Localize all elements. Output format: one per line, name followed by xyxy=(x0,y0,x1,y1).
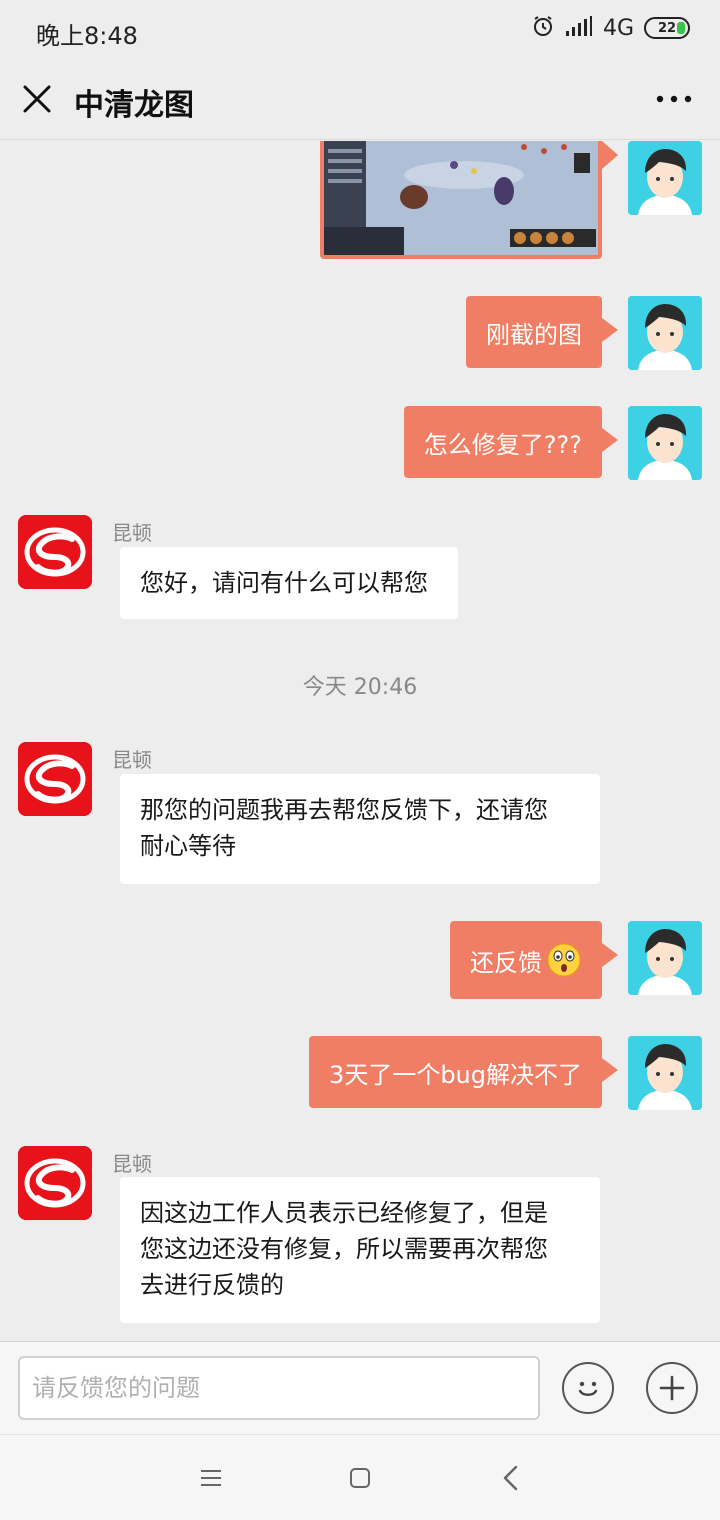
sender-name: 昆顿 xyxy=(112,1152,152,1176)
time-divider: 今天 20:46 xyxy=(302,675,418,700)
game-screenshot-image xyxy=(324,141,598,255)
battery-indicator: 22 xyxy=(644,17,690,39)
home-icon xyxy=(350,1468,370,1488)
back-icon xyxy=(503,1465,518,1491)
chat-header: 中清龙图 xyxy=(0,62,720,140)
outgoing-message[interactable]: 还反馈 xyxy=(450,921,618,999)
more-icon xyxy=(656,95,692,103)
nav-menu-button[interactable] xyxy=(196,1463,226,1493)
message-text-line: 那您的问题我再去帮您反馈下，还请您 xyxy=(140,796,548,824)
brand-logo-icon xyxy=(18,515,92,589)
message-text-line: 耐心等待 xyxy=(140,832,236,860)
message-input[interactable] xyxy=(18,1356,540,1420)
sender-name: 昆顿 xyxy=(112,748,152,772)
message-text: 3天了一个bug解决不了 xyxy=(329,1060,582,1089)
user-avatar[interactable] xyxy=(628,406,702,480)
outgoing-message[interactable]: 3天了一个bug解决不了 xyxy=(309,1036,618,1108)
plus-icon xyxy=(659,1375,685,1401)
close-icon xyxy=(23,85,51,113)
system-nav-bar xyxy=(0,1434,720,1520)
message-text: 怎么修复了??? xyxy=(423,430,582,459)
message-text-line: 因这边工作人员表示已经修复了，但是 xyxy=(140,1199,548,1227)
alarm-icon xyxy=(531,14,555,42)
user-avatar[interactable] xyxy=(628,296,702,370)
status-icons: 4G 22 xyxy=(531,14,690,42)
close-button[interactable] xyxy=(20,82,54,116)
page-title: 中清龙图 xyxy=(74,88,194,123)
brand-logo-icon xyxy=(18,1146,92,1220)
message-text: 还反馈 xyxy=(470,948,542,977)
input-bar xyxy=(0,1341,720,1434)
message-text-line: 您这边还没有修复，所以需要再次帮您 xyxy=(140,1235,548,1263)
message-text: 刚截的图 xyxy=(486,320,582,349)
user-avatar[interactable] xyxy=(628,141,702,215)
image-message[interactable] xyxy=(320,141,602,259)
status-time: 晚上8:48 xyxy=(36,22,138,50)
agent-avatar[interactable] xyxy=(18,1146,92,1220)
agent-avatar[interactable] xyxy=(18,515,92,589)
user-avatar[interactable] xyxy=(628,921,702,995)
message-text: 您好，请问有什么可以帮您 xyxy=(140,569,428,597)
network-type: 4G xyxy=(602,15,634,41)
incoming-message[interactable]: 因这边工作人员表示已经修复了，但是 您这边还没有修复，所以需要再次帮您 去进行反… xyxy=(120,1177,600,1323)
add-button[interactable] xyxy=(646,1362,698,1414)
bubble-tail xyxy=(602,141,618,169)
surprised-emoji-icon xyxy=(546,942,582,978)
incoming-message[interactable]: 您好，请问有什么可以帮您 xyxy=(120,547,458,619)
sender-name: 昆顿 xyxy=(112,521,152,545)
agent-avatar[interactable] xyxy=(18,742,92,816)
nav-back-button[interactable] xyxy=(496,1463,526,1493)
emoji-icon xyxy=(578,1381,598,1396)
brand-logo-icon xyxy=(18,742,92,816)
menu-icon xyxy=(201,1470,221,1486)
outgoing-message[interactable]: 刚截的图 xyxy=(466,296,618,368)
emoji-button[interactable] xyxy=(562,1362,614,1414)
incoming-message[interactable]: 那您的问题我再去帮您反馈下，还请您 耐心等待 xyxy=(120,774,600,884)
chat-area[interactable]: 刚截的图 怎么修复了??? 昆顿 您好，请问有什么可以帮您 今天 20:46 昆… xyxy=(0,141,720,1341)
nav-home-button[interactable] xyxy=(345,1463,375,1493)
status-bar: 晚上8:48 4G 22 xyxy=(0,0,720,62)
more-button[interactable] xyxy=(654,84,694,114)
signal-icon xyxy=(565,15,593,41)
user-avatar[interactable] xyxy=(628,1036,702,1110)
message-text-line: 去进行反馈的 xyxy=(140,1271,284,1299)
outgoing-message[interactable]: 怎么修复了??? xyxy=(403,406,619,478)
